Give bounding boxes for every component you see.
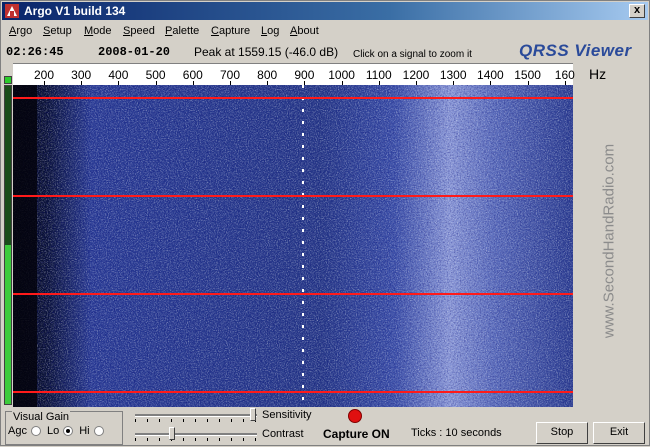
frequency-tick-label: 200 (33, 68, 55, 82)
watermark-area: www.SecondHandRadio.com (579, 91, 639, 391)
window-title: Argo V1 build 134 (24, 4, 126, 18)
gain-lo-label: Lo (46, 425, 60, 437)
frequency-tick-label: 400 (108, 68, 129, 82)
visual-gain-options: Agc Lo Hi (8, 425, 104, 437)
frequency-tick-label: 1300 (439, 68, 467, 82)
exit-button[interactable]: Exit (593, 422, 645, 444)
record-icon (348, 409, 362, 423)
sensitivity-slider[interactable] (135, 408, 257, 422)
contrast-track (135, 433, 257, 436)
frequency-tick-label: 900 (294, 68, 315, 82)
frequency-unit: Hz (589, 66, 607, 82)
frequency-tick-label: 1400 (477, 68, 504, 82)
frequency-tick-label: 800 (257, 68, 278, 82)
sensitivity-thumb[interactable] (250, 408, 257, 421)
contrast-thumb[interactable] (168, 427, 175, 440)
contrast-ticks (135, 438, 257, 441)
menu-capture[interactable]: Capture (211, 25, 250, 38)
visual-gain-group: Visual Gain Agc Lo Hi (5, 411, 123, 445)
website-watermark: www.SecondHandRadio.com (600, 143, 618, 339)
menu-mode[interactable]: Mode (84, 25, 112, 38)
sensitivity-track (135, 414, 257, 417)
spectrogram[interactable] (13, 85, 573, 407)
menu-argo[interactable]: Argo (9, 25, 32, 38)
frequency-tick-label: 500 (145, 68, 166, 82)
signal-level-led (4, 76, 12, 84)
gain-lo-radio[interactable] (63, 426, 74, 436)
sensitivity-ticks (135, 419, 257, 422)
menu-setup[interactable]: Setup (43, 25, 72, 38)
frequency-scale[interactable]: 200 300 400 500 600 700 800 900 1000 1100 1200 1300… (13, 63, 575, 85)
contrast-slider[interactable] (135, 427, 257, 441)
menu-palette[interactable]: Palette (165, 25, 199, 38)
clock-time: 02:26:45 (6, 45, 64, 59)
capture-status: Capture ON (323, 427, 390, 441)
frequency-tick-label: 160 (554, 68, 575, 82)
current-date: 2008-01-20 (98, 45, 171, 59)
waterfall-display[interactable] (13, 85, 573, 407)
menu-about[interactable]: About (290, 25, 319, 38)
frequency-tick-label: 600 (182, 68, 203, 82)
contrast-label: Contrast (262, 428, 304, 440)
gain-hi-radio[interactable] (93, 426, 104, 436)
frequency-tick-label: 1200 (402, 68, 430, 82)
signal-level-fill (5, 245, 11, 404)
frequency-tick-label: 1100 (365, 68, 392, 82)
visual-gain-label: Visual Gain (12, 411, 71, 423)
close-button[interactable]: x (629, 4, 645, 18)
frequency-tick-label: 1000 (328, 68, 355, 82)
main-window: Argo V1 build 134 x Argo Setup Mode Spee… (0, 0, 650, 446)
gain-hi-label: Hi (79, 425, 90, 437)
menu-log[interactable]: Log (261, 25, 279, 38)
gain-agc-label: Agc (8, 425, 27, 437)
menu-speed[interactable]: Speed (123, 25, 155, 38)
zoom-hint: Click on a signal to zoom it (353, 49, 472, 60)
signal-level-meter (4, 85, 12, 405)
control-panel: Visual Gain Agc Lo Hi Sensitivity Contra… (1, 407, 650, 447)
ticks-interval: Ticks : 10 seconds (411, 427, 502, 439)
stop-button[interactable]: Stop (536, 422, 588, 444)
gain-agc-radio[interactable] (30, 426, 41, 436)
noise-shadow-texture (13, 85, 573, 407)
frequency-tick-label: 300 (71, 68, 92, 82)
qrss-viewer-logo: QRSS Viewer (519, 41, 632, 60)
peak-readout: Peak at 1559.15 (-46.0 dB) (194, 45, 339, 59)
title-bar[interactable]: Argo V1 build 134 x (2, 2, 648, 20)
frequency-tick-label: 700 (219, 68, 241, 82)
argo-app-icon[interactable] (5, 4, 19, 18)
low-edge-dark-band (13, 85, 37, 407)
sensitivity-label: Sensitivity (262, 409, 312, 421)
frequency-tick-label: 1500 (514, 68, 541, 82)
menu-bar: Argo Setup Mode Speed Palette Capture Lo… (2, 21, 648, 40)
